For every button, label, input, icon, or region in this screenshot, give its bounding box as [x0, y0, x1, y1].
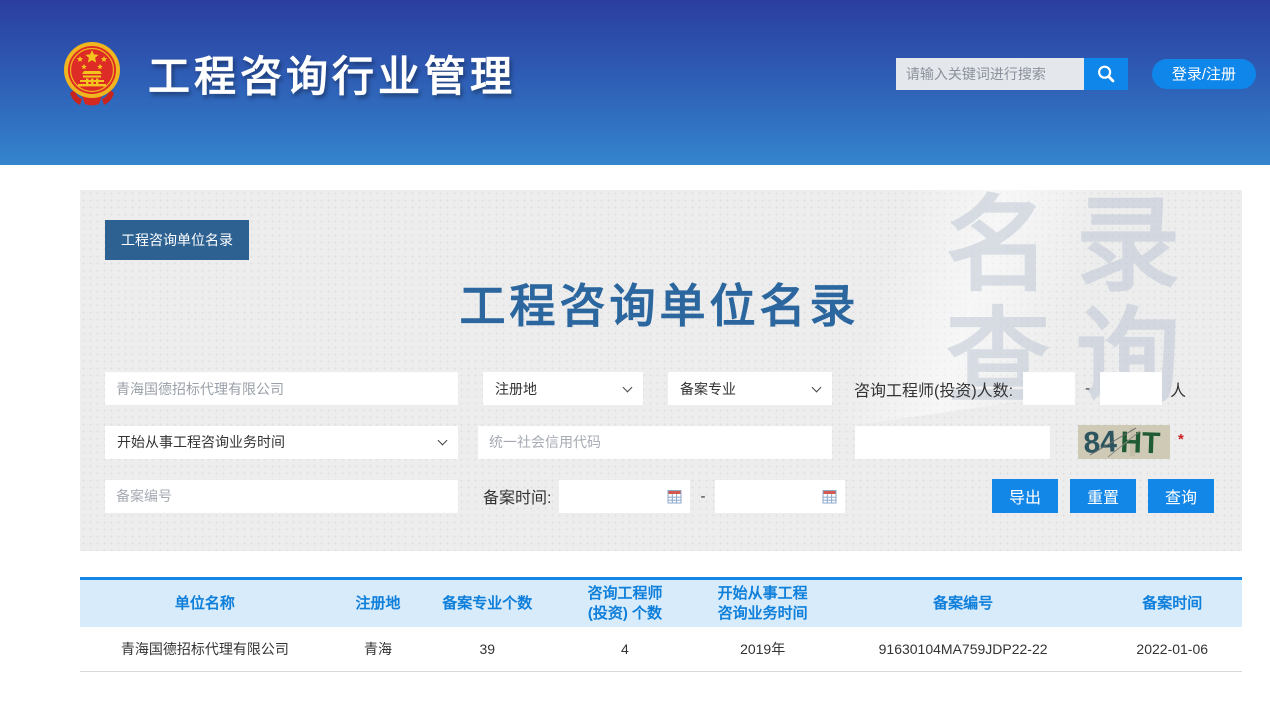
record-time-end-input[interactable] [715, 480, 845, 513]
search-icon [1095, 63, 1117, 85]
col-header-record-no: 备案编号 [824, 580, 1103, 627]
login-register-button[interactable]: 登录/注册 [1152, 59, 1256, 89]
col-header-unit-name: 单位名称 [80, 580, 330, 627]
range-dash: - [1085, 380, 1090, 397]
region-select[interactable]: 注册地 [483, 372, 643, 405]
cell-start-time: 2019年 [702, 627, 824, 671]
action-buttons: 导出 重置 查询 [980, 479, 1214, 513]
national-emblem-logo [60, 38, 124, 110]
chevron-down-icon [623, 382, 633, 392]
person-unit-label: 人 [1170, 377, 1186, 401]
header-search-group [896, 58, 1128, 90]
specialty-select[interactable]: 备案专业 [668, 372, 832, 405]
company-name-input[interactable] [105, 372, 458, 405]
credit-code-input[interactable] [478, 426, 832, 459]
col-header-specialty-count: 备案专业个数 [426, 580, 548, 627]
tab-consulting-unit-directory[interactable]: 工程咨询单位名录 [105, 220, 249, 260]
record-time-label: 备案时间: [483, 484, 551, 508]
cell-unit-name: 青海国德招标代理有限公司 [80, 627, 330, 671]
header-search-input[interactable] [896, 58, 1084, 90]
form-row-3: 备案时间: - [105, 479, 1214, 513]
result-table: 单位名称 注册地 备案专业个数 咨询工程师 (投资) 个数 开始从事工程 咨询业… [80, 577, 1242, 672]
page-title: 工程咨询单位名录 [105, 270, 1214, 336]
site-title: 工程咨询行业管理 [148, 43, 516, 104]
record-time-start-input[interactable] [559, 480, 690, 513]
captcha-input[interactable] [855, 426, 1050, 459]
reset-button[interactable]: 重置 [1070, 479, 1136, 513]
form-row-2: 开始从事工程咨询业务时间 84 HT * [105, 425, 1214, 459]
chevron-down-icon [812, 382, 822, 392]
cell-engineer-count: 4 [548, 627, 701, 671]
col-header-start-time: 开始从事工程 咨询业务时间 [702, 580, 824, 627]
table-header-row: 单位名称 注册地 备案专业个数 咨询工程师 (投资) 个数 开始从事工程 咨询业… [80, 577, 1242, 627]
calendar-icon [822, 489, 837, 504]
site-header: 工程咨询行业管理 登录/注册 [0, 0, 1270, 165]
col-header-record-time: 备案时间 [1103, 580, 1242, 627]
col-header-engineer-count: 咨询工程师 (投资) 个数 [548, 580, 701, 627]
search-button[interactable] [1084, 58, 1128, 90]
query-button[interactable]: 查询 [1148, 479, 1214, 513]
cell-record-time: 2022-01-06 [1103, 627, 1242, 671]
engineer-count-max-input[interactable] [1100, 372, 1162, 405]
query-panel: 名录 查询 工程咨询单位名录 工程咨询单位名录 注册地 备案专业 咨询工程师(投… [80, 190, 1242, 551]
record-number-input[interactable] [105, 480, 458, 513]
start-time-select-value: 开始从事工程咨询业务时间 [117, 432, 285, 452]
engineer-count-label: 咨询工程师(投资)人数: [854, 377, 1013, 401]
captcha-required-mark: * [1178, 431, 1184, 448]
form-row-1: 注册地 备案专业 咨询工程师(投资)人数: - 人 [105, 372, 1214, 405]
engineer-count-min-input[interactable] [1023, 372, 1075, 405]
region-select-value: 注册地 [495, 379, 537, 399]
calendar-icon [667, 489, 682, 504]
range-dash: - [700, 488, 705, 505]
specialty-select-value: 备案专业 [680, 379, 736, 399]
cell-record-no: 91630104MA759JDP22-22 [824, 627, 1103, 671]
table-row: 青海国德招标代理有限公司 青海 39 4 2019年 91630104MA759… [80, 627, 1242, 672]
chevron-down-icon [438, 436, 448, 446]
captcha-image[interactable]: 84 HT [1078, 425, 1170, 459]
query-form: 注册地 备案专业 咨询工程师(投资)人数: - 人 开始从事工程咨询业务时间 [105, 372, 1214, 513]
start-time-select[interactable]: 开始从事工程咨询业务时间 [105, 426, 458, 459]
col-header-region: 注册地 [330, 580, 426, 627]
export-button[interactable]: 导出 [992, 479, 1058, 513]
cell-specialty-count: 39 [426, 627, 548, 671]
cell-region: 青海 [330, 627, 426, 671]
